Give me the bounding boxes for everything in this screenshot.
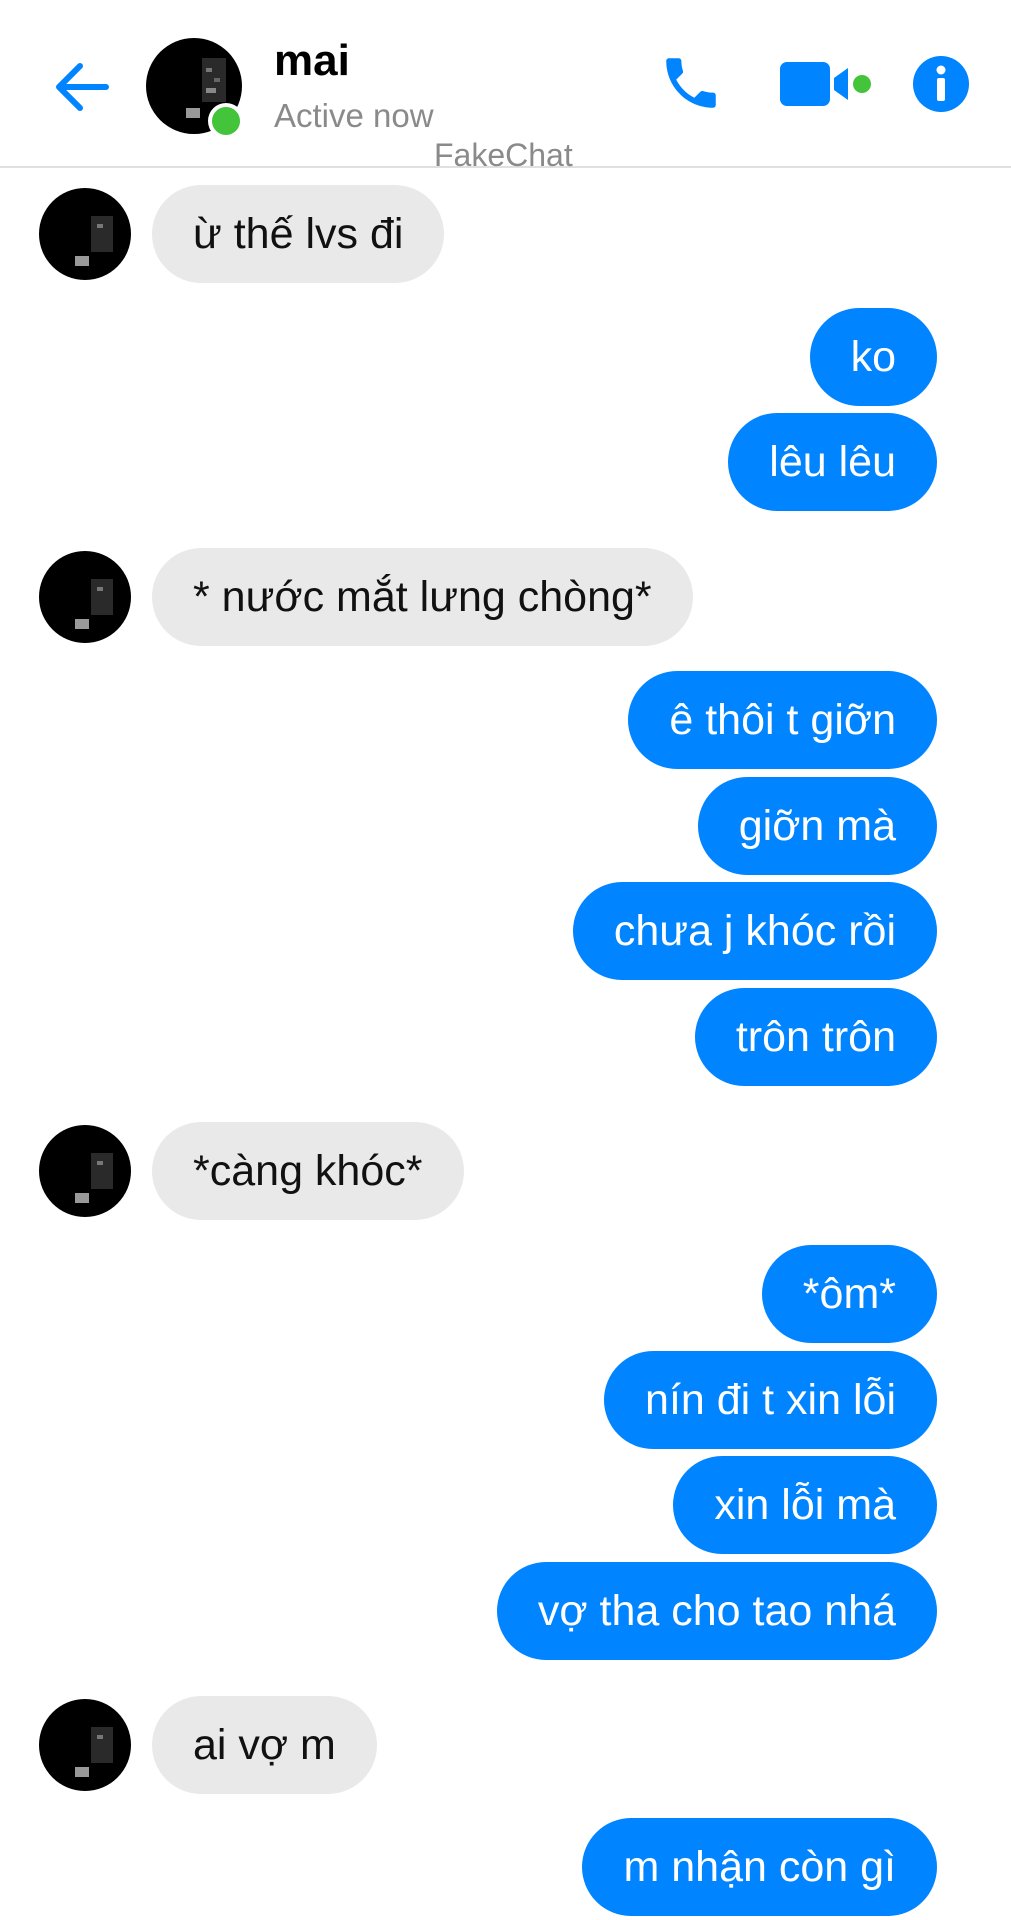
arrow-left-icon [56, 63, 109, 111]
outgoing-message[interactable]: vợ tha cho tao nhá [496, 1562, 937, 1660]
outgoing-message[interactable]: nín đi t xin lỗi [604, 1351, 937, 1449]
watermark-text: FakeChat [434, 137, 573, 173]
incoming-message[interactable]: *càng khóc* [152, 1122, 464, 1220]
sender-avatar[interactable] [39, 1699, 131, 1791]
online-indicator [208, 103, 244, 139]
active-status: Active now [274, 97, 434, 134]
message-list[interactable]: ừ thế lvs đi ko lêu lêu * nước mắt lưng … [0, 170, 1011, 1920]
sender-avatar[interactable] [39, 1125, 131, 1217]
info-button[interactable] [912, 55, 970, 113]
sender-avatar[interactable] [39, 188, 131, 280]
back-button[interactable] [50, 55, 114, 119]
outgoing-message[interactable]: m nhận còn gì [582, 1818, 937, 1916]
voice-call-button[interactable] [658, 50, 724, 116]
outgoing-message[interactable]: lêu lêu [728, 413, 937, 511]
outgoing-message[interactable]: ko [809, 308, 937, 406]
video-camera-icon [780, 62, 871, 106]
incoming-message[interactable]: ai vợ m [152, 1696, 377, 1794]
sender-avatar[interactable] [39, 551, 131, 643]
video-call-button[interactable] [780, 60, 872, 110]
incoming-message[interactable]: * nước mắt lưng chòng* [152, 548, 693, 646]
info-icon [913, 56, 969, 112]
outgoing-message[interactable]: ê thôi t giỡn [628, 671, 937, 769]
outgoing-message[interactable]: giỡn mà [697, 777, 937, 875]
phone-icon [666, 58, 716, 108]
incoming-message[interactable]: ừ thế lvs đi [152, 185, 445, 283]
outgoing-message[interactable]: xin lỗi mà [673, 1456, 937, 1554]
outgoing-message[interactable]: *ôm* [761, 1245, 937, 1343]
contact-name[interactable]: mai [274, 36, 350, 86]
outgoing-message[interactable]: trôn trôn [694, 988, 937, 1086]
outgoing-message[interactable]: chưa j khóc rồi [572, 882, 937, 980]
